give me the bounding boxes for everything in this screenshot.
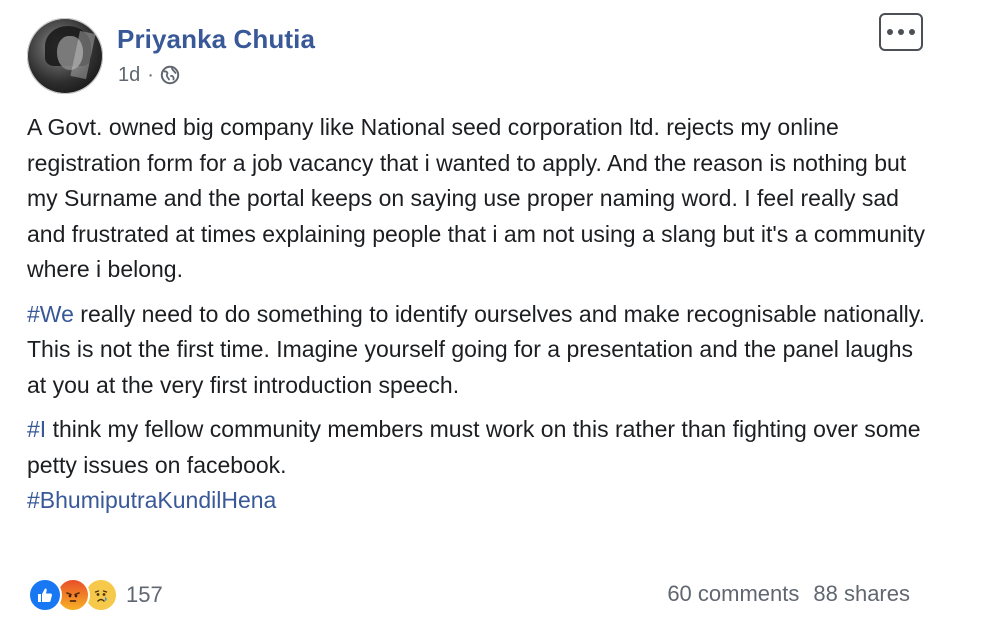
like-icon [28, 578, 62, 612]
post-paragraph: #We really need to do something to ident… [27, 297, 927, 404]
comments-count[interactable]: 60 comments [667, 581, 799, 607]
post-timestamp[interactable]: 1d [118, 64, 140, 87]
post-paragraph: #I think my fellow community members mus… [27, 412, 927, 519]
paragraph-text: really need to do something to identify … [27, 300, 925, 398]
paragraph-text: A Govt. owned big company like National … [27, 114, 926, 282]
hashtag-link[interactable]: #I [27, 416, 46, 442]
hashtag-link[interactable]: #BhumiputraKundilHena [27, 487, 276, 513]
facebook-post: Priyanka Chutia 1d · A Govt. owned big c… [0, 0, 994, 619]
post-meta: 1d · [118, 62, 180, 88]
more-icon [887, 29, 915, 35]
post-body: A Govt. owned big company like National … [27, 110, 927, 519]
avatar[interactable] [27, 18, 103, 94]
reactions-summary[interactable]: 157 [28, 578, 163, 612]
hashtag-link[interactable]: #We [27, 301, 74, 327]
post-paragraph: A Govt. owned big company like National … [27, 110, 927, 288]
paragraph-text: think my fellow community members must w… [27, 416, 921, 478]
reaction-count[interactable]: 157 [126, 582, 163, 608]
globe-icon[interactable] [160, 65, 180, 85]
post-stats: 60 comments 88 shares [667, 581, 910, 607]
more-options-button[interactable] [879, 13, 923, 51]
meta-separator: · [147, 63, 154, 86]
shares-count[interactable]: 88 shares [813, 581, 910, 607]
author-name[interactable]: Priyanka Chutia [117, 24, 315, 55]
